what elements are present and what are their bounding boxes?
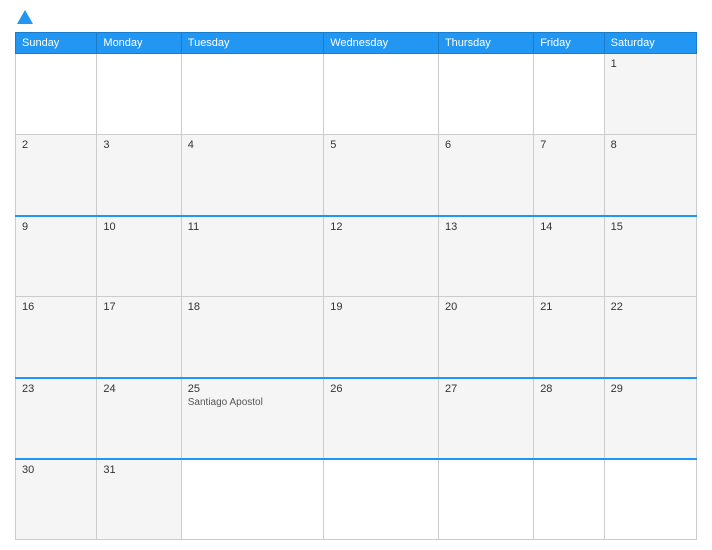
calendar-cell: 3	[97, 135, 181, 216]
calendar-cell	[438, 459, 533, 540]
day-number: 9	[22, 221, 90, 233]
calendar-header	[15, 10, 697, 24]
event-label: Santiago Apostol	[188, 397, 317, 408]
day-number: 29	[611, 383, 690, 395]
calendar-week-row: 2 3 4 5 6 7 8	[16, 135, 697, 216]
day-number: 21	[540, 301, 597, 313]
calendar-cell: 11	[181, 216, 323, 297]
calendar-cell: 7	[534, 135, 604, 216]
day-number: 7	[540, 139, 597, 151]
calendar-cell: 29	[604, 378, 696, 459]
day-number: 26	[330, 383, 432, 395]
day-number: 24	[103, 383, 174, 395]
day-number: 14	[540, 221, 597, 233]
calendar-cell	[534, 54, 604, 135]
calendar-cell: 26	[324, 378, 439, 459]
calendar-cell: 13	[438, 216, 533, 297]
calendar-cell: 16	[16, 297, 97, 378]
calendar-cell	[604, 459, 696, 540]
calendar-cell: 14	[534, 216, 604, 297]
day-number: 12	[330, 221, 432, 233]
weekday-tuesday: Tuesday	[181, 33, 323, 54]
day-number: 22	[611, 301, 690, 313]
day-number: 28	[540, 383, 597, 395]
day-number: 27	[445, 383, 527, 395]
calendar-cell	[181, 54, 323, 135]
day-number: 11	[188, 221, 317, 233]
calendar-cell: 23	[16, 378, 97, 459]
calendar-week-row: 16 17 18 19 20 21 22	[16, 297, 697, 378]
calendar-cell: 6	[438, 135, 533, 216]
day-number: 23	[22, 383, 90, 395]
calendar-cell: 31	[97, 459, 181, 540]
day-number: 1	[611, 58, 690, 70]
calendar-cell: 9	[16, 216, 97, 297]
calendar-cell	[438, 54, 533, 135]
calendar-cell: 8	[604, 135, 696, 216]
calendar-cell: 19	[324, 297, 439, 378]
day-number: 31	[103, 464, 174, 476]
calendar-cell	[324, 459, 439, 540]
calendar-cell	[16, 54, 97, 135]
weekday-sunday: Sunday	[16, 33, 97, 54]
weekday-header-row: SundayMondayTuesdayWednesdayThursdayFrid…	[16, 33, 697, 54]
day-number: 15	[611, 221, 690, 233]
day-number: 16	[22, 301, 90, 313]
day-number: 6	[445, 139, 527, 151]
calendar-cell: 30	[16, 459, 97, 540]
logo-triangle-icon	[17, 10, 33, 24]
calendar-cell: 25 Santiago Apostol	[181, 378, 323, 459]
day-number: 4	[188, 139, 317, 151]
day-number: 13	[445, 221, 527, 233]
day-number: 19	[330, 301, 432, 313]
calendar-cell: 12	[324, 216, 439, 297]
calendar-week-row: 30 31	[16, 459, 697, 540]
calendar-cell: 10	[97, 216, 181, 297]
calendar-cell: 15	[604, 216, 696, 297]
calendar-cell: 24	[97, 378, 181, 459]
calendar-cell: 17	[97, 297, 181, 378]
calendar-cell: 18	[181, 297, 323, 378]
calendar-table: SundayMondayTuesdayWednesdayThursdayFrid…	[15, 32, 697, 540]
day-number: 5	[330, 139, 432, 151]
calendar-week-row: 23 24 25 Santiago Apostol 26 27 28 29	[16, 378, 697, 459]
calendar-week-row: 9 10 11 12 13 14 15	[16, 216, 697, 297]
calendar-cell: 1	[604, 54, 696, 135]
weekday-saturday: Saturday	[604, 33, 696, 54]
calendar-cell: 21	[534, 297, 604, 378]
calendar-cell	[324, 54, 439, 135]
day-number: 25	[188, 383, 317, 395]
weekday-wednesday: Wednesday	[324, 33, 439, 54]
day-number: 20	[445, 301, 527, 313]
day-number: 2	[22, 139, 90, 151]
weekday-thursday: Thursday	[438, 33, 533, 54]
weekday-friday: Friday	[534, 33, 604, 54]
calendar-cell: 2	[16, 135, 97, 216]
calendar-cell: 22	[604, 297, 696, 378]
calendar-cell: 20	[438, 297, 533, 378]
weekday-monday: Monday	[97, 33, 181, 54]
calendar-cell	[181, 459, 323, 540]
calendar-cell	[97, 54, 181, 135]
day-number: 3	[103, 139, 174, 151]
calendar-week-row: 1	[16, 54, 697, 135]
calendar-cell: 5	[324, 135, 439, 216]
logo	[15, 10, 33, 24]
day-number: 8	[611, 139, 690, 151]
calendar-cell: 4	[181, 135, 323, 216]
calendar-cell: 28	[534, 378, 604, 459]
day-number: 10	[103, 221, 174, 233]
day-number: 17	[103, 301, 174, 313]
calendar-page: SundayMondayTuesdayWednesdayThursdayFrid…	[0, 0, 712, 550]
calendar-cell: 27	[438, 378, 533, 459]
calendar-cell	[534, 459, 604, 540]
day-number: 30	[22, 464, 90, 476]
day-number: 18	[188, 301, 317, 313]
